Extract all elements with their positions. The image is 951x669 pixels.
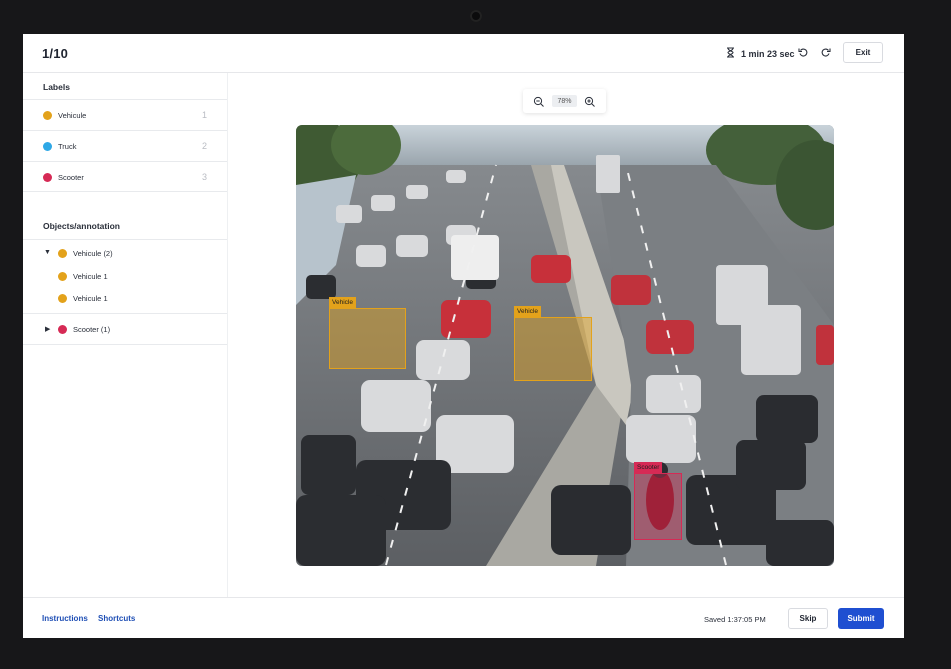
timer: 1 min 23 sec [726, 47, 795, 60]
submit-button[interactable]: Submit [838, 608, 884, 629]
task-progress: 1/10 [42, 46, 69, 61]
labels-title: Labels [43, 82, 70, 92]
object-item[interactable]: Vehicule 1 [23, 288, 227, 310]
bounding-box-scooter[interactable]: Scooter [634, 462, 682, 540]
vehicule-color-dot [58, 249, 67, 258]
top-bar: 1/10 1 min 23 sec Exit [23, 34, 904, 73]
zoom-control: 78% [523, 89, 606, 113]
shortcuts-link[interactable]: Shortcuts [98, 614, 135, 623]
object-group-vehicule[interactable]: ▼ Vehicule (2) [23, 239, 227, 266]
bounding-box-label: Scooter [634, 462, 663, 473]
instructions-link[interactable]: Instructions [42, 614, 88, 623]
label-shortcut-key: 2 [201, 141, 207, 151]
skip-button[interactable]: Skip [788, 608, 828, 629]
caret-down-icon[interactable]: ▼ [44, 249, 51, 256]
object-group-scooter[interactable]: ▶ Scooter (1) [23, 313, 227, 345]
label-name: Vehicule [58, 111, 87, 120]
hourglass-icon [726, 47, 735, 60]
label-name: Scooter [58, 173, 84, 182]
vehicule-color-dot [58, 272, 67, 281]
vehicule-color-dot [43, 111, 52, 120]
saved-status: Saved 1:37:05 PM [704, 615, 766, 624]
annotation-app: 1/10 1 min 23 sec Exit Labels Vehicule 1… [23, 34, 904, 638]
timer-text: 1 min 23 sec [741, 48, 795, 59]
label-shortcut-key: 3 [201, 172, 207, 182]
zoom-level: 78% [552, 95, 577, 107]
bounding-box-vehicle[interactable]: Vehicle [329, 297, 406, 369]
object-group-label: Vehicule (2) [73, 249, 113, 258]
redo-icon[interactable] [820, 46, 832, 58]
zoom-out-icon[interactable] [533, 95, 545, 107]
footer-bar: Instructions Shortcuts Saved 1:37:05 PM … [23, 597, 904, 638]
undo-icon[interactable] [797, 46, 809, 58]
label-item-vehicule[interactable]: Vehicule 1 [23, 99, 227, 130]
annotation-canvas[interactable]: Vehicle Vehicle Scooter [296, 125, 834, 566]
label-item-truck[interactable]: Truck 2 [23, 130, 227, 161]
bounding-box-label: Vehicle [329, 297, 356, 308]
label-name: Truck [58, 142, 77, 151]
label-shortcut-key: 1 [201, 110, 207, 120]
exit-button[interactable]: Exit [843, 42, 883, 63]
zoom-in-icon[interactable] [584, 95, 596, 107]
vehicule-color-dot [58, 294, 67, 303]
tablet-frame: 1/10 1 min 23 sec Exit Labels Vehicule 1… [0, 0, 951, 669]
camera [470, 10, 482, 22]
object-group-label: Scooter (1) [73, 325, 111, 334]
object-item-label: Vehicule 1 [73, 294, 108, 303]
sidebar: Labels Vehicule 1 Truck 2 Scooter 3 Obje… [23, 73, 228, 597]
truck-color-dot [43, 142, 52, 151]
object-item[interactable]: Vehicule 1 [23, 266, 227, 288]
object-item-label: Vehicule 1 [73, 272, 108, 281]
scooter-color-dot [58, 325, 67, 334]
bounding-box-label: Vehicle [514, 306, 541, 317]
scooter-color-dot [43, 173, 52, 182]
caret-right-icon[interactable]: ▶ [45, 325, 50, 333]
bounding-box-vehicle[interactable]: Vehicle [514, 306, 592, 381]
label-item-scooter[interactable]: Scooter 3 [23, 161, 227, 192]
objects-title: Objects/annotation [43, 221, 120, 231]
